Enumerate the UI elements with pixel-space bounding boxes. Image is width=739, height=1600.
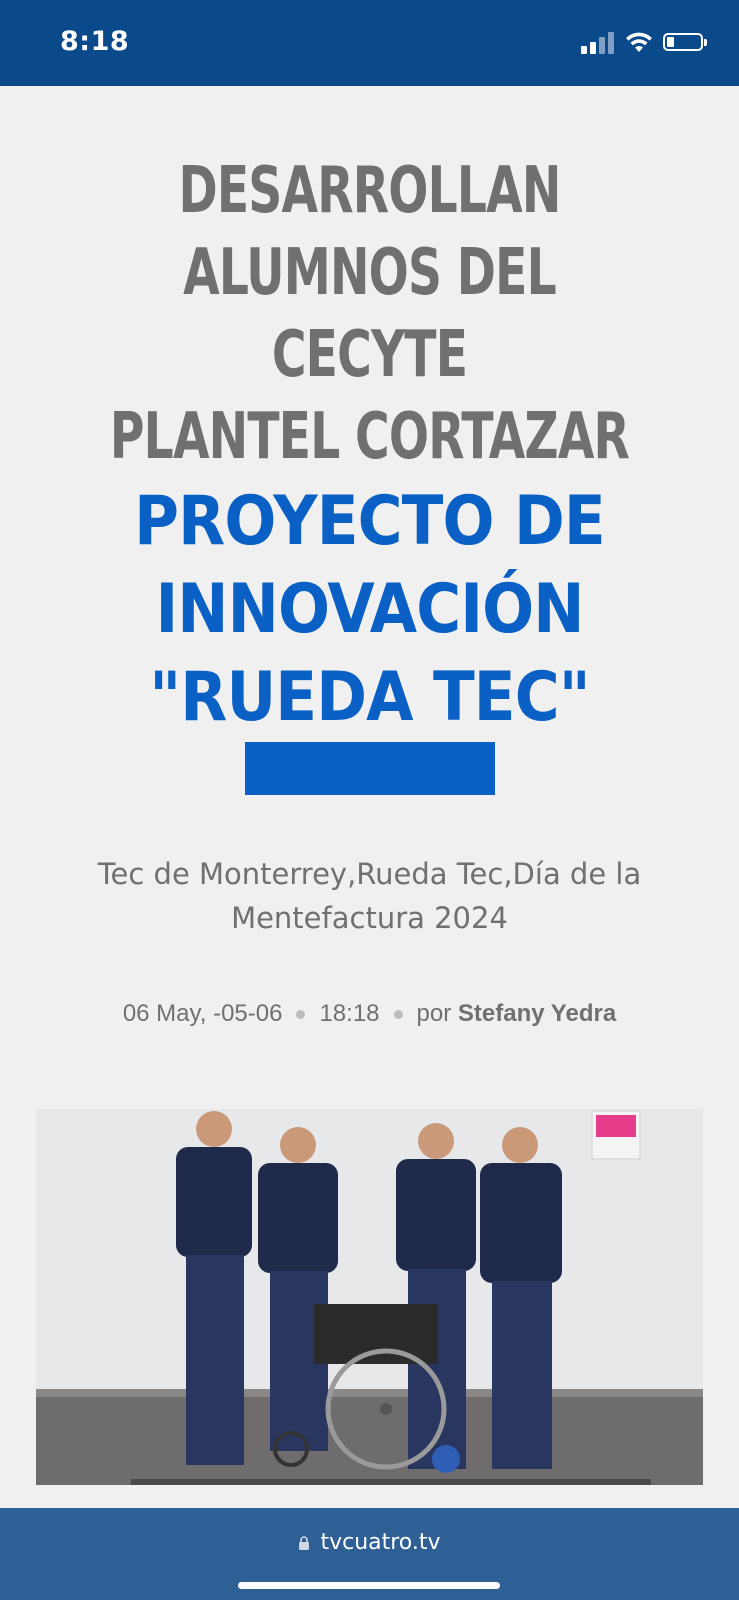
article-time: 18:18 (319, 1000, 380, 1027)
article-photo[interactable] (36, 1109, 703, 1485)
article-tags[interactable]: Tec de Monterrey,Rueda Tec,Día de la Men… (40, 852, 699, 940)
headline-line: DESARROLLAN (178, 154, 561, 228)
url-text: tvcuatro.tv (320, 1530, 441, 1555)
status-bar: 8:18 (0, 0, 739, 86)
article-headline: DESARROLLAN ALUMNOS DEL CECYTE PLANTEL C… (20, 150, 719, 742)
headline-line: ALUMNOS DEL CECYTE (183, 236, 557, 392)
home-indicator[interactable] (238, 1582, 500, 1589)
decorative-divider (245, 742, 495, 795)
article-author[interactable]: Stefany Yedra (458, 1000, 616, 1027)
headline-highlight-line: PROYECTO DE (134, 482, 606, 561)
url-display[interactable]: tvcuatro.tv (0, 1530, 739, 1555)
status-time: 8:18 (60, 26, 130, 57)
browser-address-bar[interactable]: tvcuatro.tv (0, 1508, 739, 1600)
status-icons (581, 30, 709, 58)
separator-dot (296, 1010, 306, 1020)
headline-line: PLANTEL CORTAZAR (109, 400, 630, 474)
article-meta: 06 May, -05-06 18:18 por Stefany Yedra (40, 1000, 699, 1028)
battery-icon (663, 33, 707, 51)
wifi-icon (626, 32, 652, 52)
by-label: por (416, 1000, 452, 1027)
article-date: 06 May, -05-06 (122, 1000, 283, 1027)
separator-dot (393, 1010, 403, 1020)
cellular-signal-icon (581, 32, 617, 54)
headline-highlight-line: INNOVACIÓN (155, 570, 584, 649)
headline-highlight-line: "RUEDA TEC" (149, 658, 590, 737)
lock-icon (299, 1536, 310, 1550)
